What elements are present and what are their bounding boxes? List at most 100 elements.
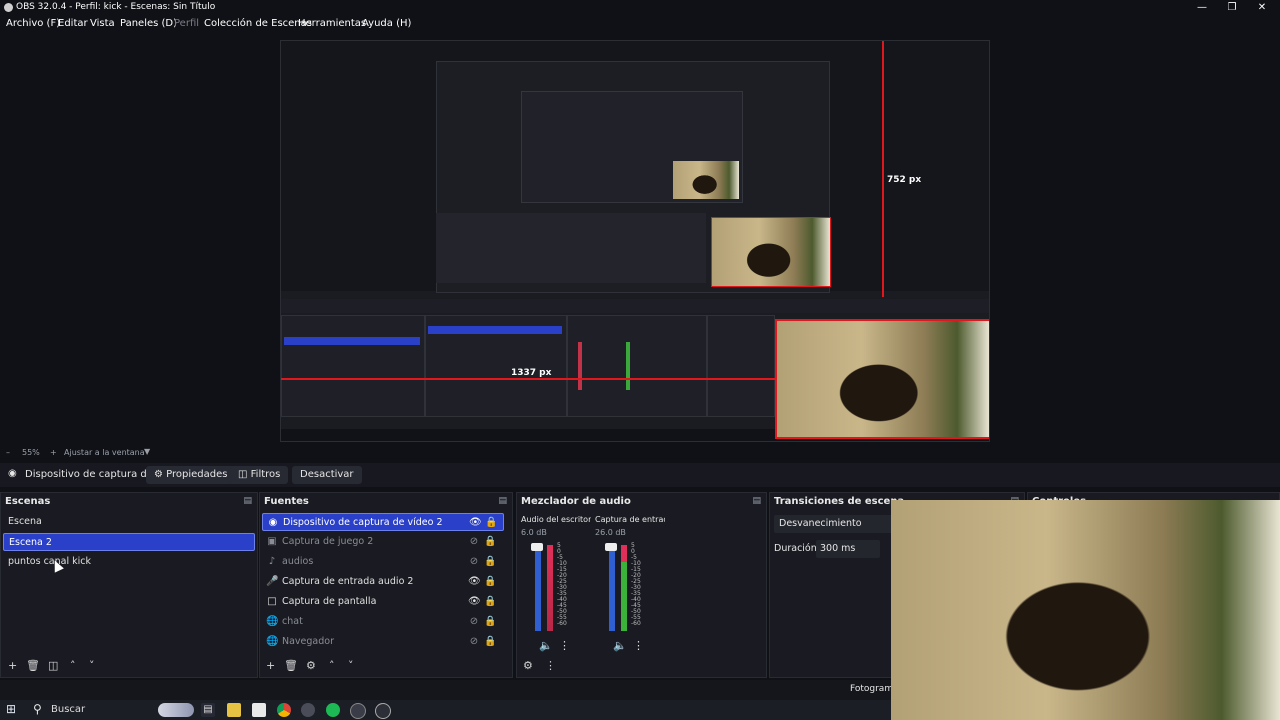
source-item[interactable]: 🌐 Navegador ⊘ 🔒 (262, 633, 504, 651)
filters-button[interactable]: ◫ Filtros (230, 466, 289, 484)
volume-handle[interactable] (605, 543, 617, 551)
nested-mixer-dock (567, 315, 707, 417)
fit-window-option[interactable]: Ajustar a la ventana (64, 448, 145, 457)
webcam-overlay (891, 500, 1280, 720)
notes-app-icon[interactable] (252, 703, 266, 717)
eye-icon[interactable]: 👁 (468, 593, 481, 611)
source-item[interactable]: □ Captura de pantalla 👁 🔒 (262, 593, 504, 611)
level-meter (547, 545, 553, 631)
scene-filters-icon[interactable]: ◫ (48, 659, 58, 672)
source-label: Dispositivo de captura de vídeo 2 (283, 517, 443, 528)
mixer-channel-db: 26.0 dB (595, 528, 626, 537)
spotify-icon[interactable] (326, 703, 340, 717)
dock-undock-icon[interactable]: ▤ (752, 496, 761, 506)
deactivate-button[interactable]: Desactivar (292, 466, 362, 484)
zoom-out-icon[interactable]: – (6, 448, 10, 457)
transitions-title: Transiciones de escena (774, 496, 905, 507)
more-options-icon[interactable]: ⋮ (633, 639, 644, 652)
windows-start-icon[interactable]: ⊞ (6, 702, 16, 716)
move-down-icon[interactable]: ˅ (89, 659, 95, 672)
restore-icon[interactable]: ❐ (1217, 0, 1247, 15)
task-view-icon[interactable]: ▤ (201, 703, 215, 717)
eye-icon[interactable]: 👁 (469, 514, 482, 532)
close-icon[interactable]: ✕ (1247, 0, 1277, 15)
globe-icon: 🌐 (266, 616, 279, 627)
mixer-channel-db: 6.0 dB (521, 528, 547, 537)
lock-icon[interactable]: 🔒 (484, 533, 496, 551)
menu-bar: Archivo (F) Editar Vista Paneles (D) Per… (0, 15, 1280, 33)
scene-item[interactable]: puntos canal kick (3, 553, 255, 571)
frames-label: Fotogram (850, 684, 894, 694)
source-toolbar: ◉ Dispositivo de captura de v ⚙ Propieda… (0, 463, 1280, 487)
properties-button[interactable]: ⚙ Propiedades (146, 466, 236, 484)
eye-hidden-icon[interactable]: ⊘ (468, 553, 480, 571)
volume-slider[interactable] (535, 543, 541, 631)
title-bar: OBS 32.0.4 - Perfil: kick - Escenas: Sin… (0, 0, 1280, 15)
media-app-icon[interactable] (375, 703, 391, 719)
settings-app-icon[interactable] (301, 703, 315, 717)
menu-coleccion-escenas[interactable]: Colección de Escenas (204, 18, 312, 29)
minimize-icon[interactable]: — (1187, 0, 1217, 15)
move-down-icon[interactable]: ˅ (348, 659, 354, 672)
obs-taskbar-icon[interactable] (350, 703, 366, 719)
add-source-icon[interactable]: + (266, 659, 275, 672)
move-up-icon[interactable]: ˄ (329, 659, 335, 672)
nested-source-bar (281, 299, 989, 313)
menu-ayuda[interactable]: Ayuda (H) (362, 18, 411, 29)
weather-widget-icon[interactable] (158, 703, 194, 717)
lock-icon[interactable]: 🔒 (484, 553, 496, 571)
eye-hidden-icon[interactable]: ⊘ (468, 533, 480, 551)
eye-icon[interactable]: 👁 (468, 573, 481, 591)
scene-item[interactable]: Escena (3, 513, 255, 531)
taskbar-search[interactable]: Buscar (51, 704, 85, 715)
zoom-value: 55% (22, 448, 40, 457)
trash-icon[interactable]: 🗑 (26, 659, 40, 672)
dock-undock-icon[interactable]: ▤ (243, 496, 252, 506)
dock-undock-icon[interactable]: ▤ (498, 496, 507, 506)
add-scene-icon[interactable]: + (8, 659, 17, 672)
more-options-icon[interactable]: ⋮ (559, 639, 570, 652)
chrome-icon[interactable] (277, 703, 291, 717)
source-item-selected[interactable]: ◉ Dispositivo de captura de vídeo 2 👁 🔒 (262, 513, 504, 531)
source-item[interactable]: ▣ Captura de juego 2 ⊘ 🔒 (262, 533, 504, 551)
advanced-audio-gear-icon[interactable]: ⚙ (523, 659, 533, 672)
width-guide-line (281, 378, 775, 380)
menu-editar[interactable]: Editar (58, 18, 88, 29)
eye-hidden-icon[interactable]: ⊘ (468, 633, 480, 651)
file-explorer-icon[interactable] (227, 703, 241, 717)
lock-icon[interactable]: 🔒 (484, 613, 496, 631)
speaker-icon[interactable]: 🔈 (613, 639, 627, 652)
zoom-in-icon[interactable]: + (50, 448, 57, 457)
lock-icon[interactable]: 🔒 (484, 573, 496, 591)
volume-handle[interactable] (531, 543, 543, 551)
duration-input[interactable]: 300 ms (816, 540, 880, 558)
menu-archivo[interactable]: Archivo (F) (6, 18, 60, 29)
menu-perfil[interactable]: Perfil (174, 18, 199, 29)
source-item[interactable]: 🌐 chat ⊘ 🔒 (262, 613, 504, 631)
menu-paneles[interactable]: Paneles (D) (120, 18, 177, 29)
zoom-bar: – 55% + Ajustar a la ventana ▼ (0, 446, 1280, 460)
preview-canvas[interactable]: 752 px 1337 px (280, 40, 990, 442)
source-label: audios (282, 556, 314, 567)
lock-icon[interactable]: 🔒 (485, 514, 497, 532)
webcam-source-preview[interactable] (775, 319, 989, 439)
lock-icon[interactable]: 🔒 (484, 593, 496, 611)
camera-icon: ◉ (268, 517, 278, 528)
transition-select[interactable]: Desvanecimiento (774, 515, 899, 533)
source-item[interactable]: ♪ audios ⊘ 🔒 (262, 553, 504, 571)
volume-slider[interactable] (609, 543, 615, 631)
mixer-menu-icon[interactable]: ⋮ (545, 659, 556, 672)
sources-dock: Fuentes ▤ ◉ Dispositivo de captura de ví… (259, 492, 513, 678)
speaker-icon[interactable]: 🔈 (539, 639, 553, 652)
trash-icon[interactable]: 🗑 (284, 659, 298, 672)
source-item[interactable]: 🎤 Captura de entrada audio 2 👁 🔒 (262, 573, 504, 591)
menu-herramientas[interactable]: Herramientas (298, 18, 366, 29)
chevron-down-icon[interactable]: ▼ (144, 447, 150, 456)
search-icon[interactable]: ⚲ (33, 702, 42, 716)
eye-hidden-icon[interactable]: ⊘ (468, 613, 480, 631)
scene-item-selected[interactable]: Escena 2 (3, 533, 255, 551)
gear-icon[interactable]: ⚙ (306, 659, 316, 672)
lock-icon[interactable]: 🔒 (484, 633, 496, 651)
menu-vista[interactable]: Vista (90, 18, 115, 29)
move-up-icon[interactable]: ˄ (70, 659, 76, 672)
